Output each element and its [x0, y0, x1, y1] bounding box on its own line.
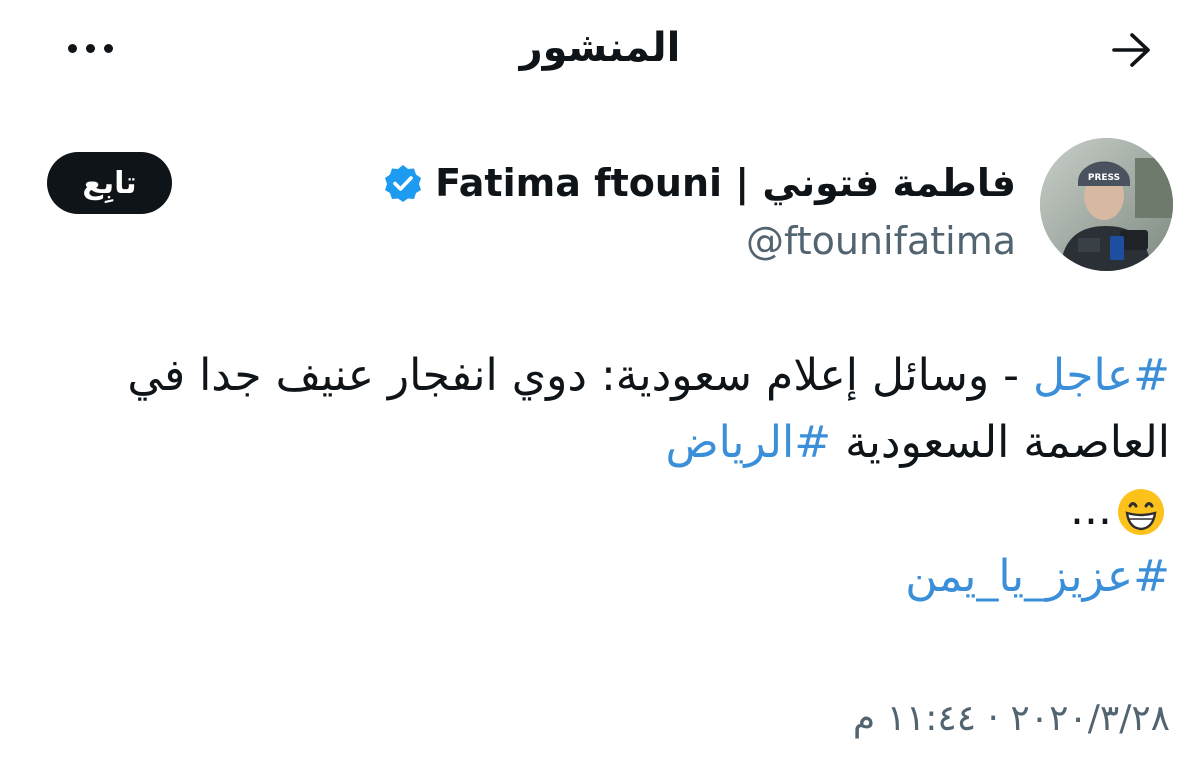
follow-button[interactable]: تابِع [47, 152, 172, 214]
tweet-timestamp[interactable]: ٢٠٢٠/٣/٢٨ · ١١:٤٤ م [853, 694, 1170, 744]
author-name-row[interactable]: فاطمة فتوني | Fatima ftouni [383, 155, 1016, 211]
tweet-text-segment: ... [1070, 484, 1112, 535]
tweet-line: #عزيز_يا_يمن [70, 543, 1170, 610]
tweet-line: #عاجل - وسائل إعلام سعودية: دوي انفجار ع… [70, 342, 1170, 409]
page-title: المنشور [519, 25, 681, 71]
hashtag-link[interactable]: #عاجل [1033, 350, 1170, 401]
grinning-face-emoji-icon [1118, 489, 1164, 535]
avatar-photo: PRESS [1040, 138, 1173, 271]
arrow-right-icon [1112, 33, 1150, 67]
tweet-line: العاصمة السعودية #الرياض [70, 409, 1170, 476]
top-bar: المنشور [0, 0, 1199, 100]
verified-badge-icon [385, 165, 422, 202]
back-button[interactable] [1104, 24, 1160, 76]
more-dot [67, 43, 77, 53]
avatar-press-label: PRESS [1088, 173, 1120, 183]
tweet-text: #عاجل - وسائل إعلام سعودية: دوي انفجار ع… [70, 342, 1170, 610]
more-options-button[interactable] [60, 30, 120, 66]
tweet-text-segment: العاصمة السعودية [831, 417, 1170, 468]
tweet-line: ... [70, 476, 1170, 543]
more-dot [85, 43, 95, 53]
more-dot [103, 43, 113, 53]
hashtag-link[interactable]: #عزيز_يا_يمن [905, 551, 1170, 602]
author-handle[interactable]: @ftounifatima [746, 216, 1016, 266]
author-display-name: فاطمة فتوني | Fatima ftouni [435, 161, 1016, 205]
avatar[interactable]: PRESS [1040, 138, 1173, 271]
tweet-text-segment: - وسائل إعلام سعودية: دوي انفجار عنيف جد… [127, 350, 1033, 401]
hashtag-link[interactable]: #الرياض [665, 417, 831, 468]
